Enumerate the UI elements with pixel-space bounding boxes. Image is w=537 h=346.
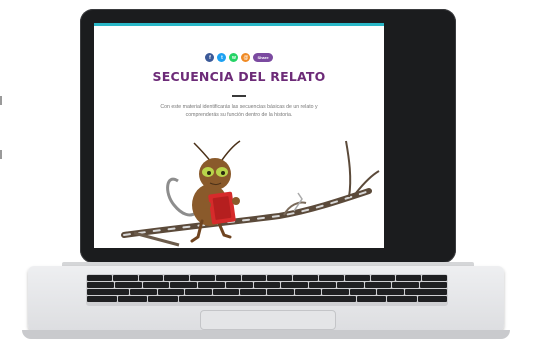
keyboard (86, 274, 448, 306)
margin-mark (0, 96, 2, 105)
laptop-screen: f t w @ Share SECUENCIA DEL RELATO Con e… (94, 23, 384, 248)
margin-mark (0, 150, 2, 159)
laptop-front-edge (22, 330, 510, 339)
trackpad[interactable] (200, 310, 336, 330)
branch (121, 140, 380, 247)
laptop-base (28, 266, 504, 334)
ant-reading-illustration (121, 140, 380, 247)
